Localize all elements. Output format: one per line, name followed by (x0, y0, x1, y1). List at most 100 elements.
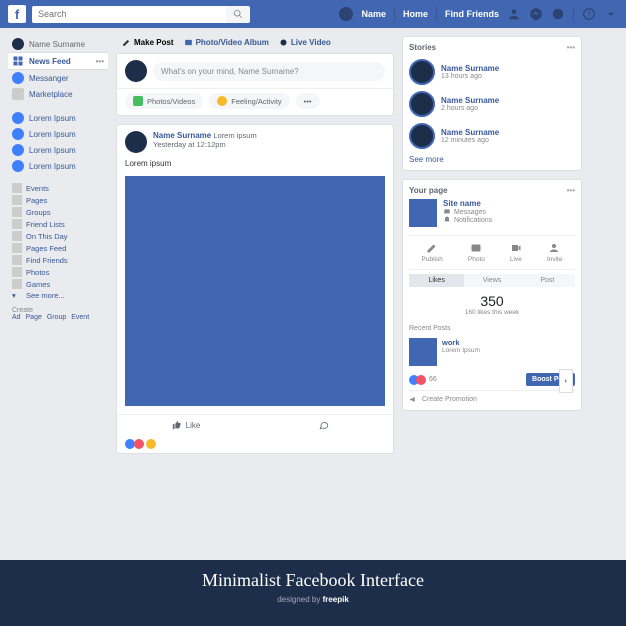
comment-button[interactable] (255, 415, 393, 435)
sidebar-news-feed[interactable]: News Feed••• (8, 52, 108, 70)
story-item[interactable]: Name Surname13 hours ago (409, 56, 575, 88)
sidebar-groups[interactable]: Groups (8, 206, 108, 218)
search-icon (233, 9, 243, 19)
sidebar-create: Create Ad Page Group Event (8, 305, 108, 323)
footer-banner: Minimalist Facebook Interface designed b… (0, 560, 626, 626)
avatar-icon (12, 38, 24, 50)
search-input[interactable] (38, 9, 236, 19)
invite-button[interactable]: Invite (547, 242, 563, 263)
post-body: Lorem ipsum (117, 159, 393, 172)
sidebar-shortcut[interactable]: Lorem Ipsum (8, 158, 108, 174)
nav-home[interactable]: Home (403, 9, 428, 19)
create-page[interactable]: Page (26, 314, 42, 321)
sidebar-events[interactable]: Events (8, 182, 108, 194)
header-avatar[interactable] (339, 7, 353, 21)
search-button[interactable] (226, 6, 250, 23)
group-icon (12, 128, 24, 140)
like-icon (172, 420, 182, 430)
live-button[interactable]: Live (510, 242, 522, 263)
composer-input[interactable]: What's on your mind, Name Surname? (153, 62, 385, 81)
messenger-icon[interactable] (529, 7, 543, 21)
stories-card: Stories ••• Name Surname13 hours ago Name… (402, 36, 582, 171)
tab-likes[interactable]: Likes (409, 274, 464, 287)
post-author[interactable]: Name Surname (153, 131, 211, 140)
post-reactions (117, 435, 393, 453)
post-avatar[interactable] (125, 131, 147, 153)
pages-icon (12, 195, 22, 205)
page-messages[interactable]: Messages (443, 208, 492, 216)
sidebar-pages[interactable]: Pages (8, 194, 108, 206)
your-page-menu[interactable]: ••• (567, 186, 575, 195)
sidebar-shortcut[interactable]: Lorem Ipsum (8, 126, 108, 142)
tab-photo-album[interactable]: Photo/Video Album (184, 38, 269, 47)
sidebar-friend-lists[interactable]: Friend Lists (8, 218, 108, 230)
page-thumbnail[interactable] (409, 199, 437, 227)
create-group[interactable]: Group (47, 314, 66, 321)
tab-make-post[interactable]: Make Post (122, 38, 174, 47)
facebook-logo[interactable]: f (8, 5, 26, 23)
story-avatar (409, 123, 435, 149)
composer-photos-button[interactable]: Photos/Videos (125, 93, 203, 109)
composer-tabs: Make Post Photo/Video Album Live Video (116, 36, 394, 49)
sidebar-messenger[interactable]: Messanger (8, 70, 108, 86)
games-icon (12, 279, 22, 289)
dots-icon[interactable]: ••• (96, 57, 104, 66)
publish-button[interactable]: Publish (422, 242, 443, 263)
create-event[interactable]: Event (71, 314, 89, 321)
stories-see-more[interactable]: See more (409, 152, 575, 164)
sidebar-find-friends[interactable]: Find Friends (8, 254, 108, 266)
help-icon[interactable]: ? (582, 7, 596, 21)
comment-icon (319, 420, 329, 430)
groups-icon (12, 207, 22, 217)
globe-icon[interactable] (551, 7, 565, 21)
sidebar-shortcut[interactable]: Lorem Ipsum (8, 142, 108, 158)
page-notifications[interactable]: Notifications (443, 216, 492, 224)
header: f Name Home Find Friends ? (0, 0, 626, 28)
photo-icon (184, 38, 193, 47)
sidebar-on-this-day[interactable]: On This Day (8, 230, 108, 242)
photo-icon (470, 242, 482, 254)
post-time: Yesterday at 12:12pm (153, 140, 226, 149)
nav-find-friends[interactable]: Find Friends (445, 9, 499, 19)
photos-icon (133, 96, 143, 106)
love-reaction (134, 439, 144, 449)
post-context: Lorem ipsum (213, 131, 256, 140)
stories-title: Stories (409, 43, 436, 52)
page-name[interactable]: Site name (443, 199, 492, 208)
sidebar-pages-feed[interactable]: Pages Feed (8, 242, 108, 254)
nav-name[interactable]: Name (361, 9, 386, 19)
post-image[interactable] (125, 176, 385, 406)
live-icon (279, 38, 288, 47)
friends-icon[interactable] (507, 7, 521, 21)
stories-menu[interactable]: ••• (567, 43, 575, 52)
page-stat-number: 350 (409, 293, 575, 309)
tab-live-video[interactable]: Live Video (279, 38, 331, 47)
composer-feeling-button[interactable]: Feeling/Activity (209, 93, 289, 109)
sidebar-shortcut[interactable]: Lorem Ipsum (8, 110, 108, 126)
create-ad[interactable]: Ad (12, 314, 21, 321)
main: Name Surname News Feed••• Messanger Mark… (0, 28, 626, 560)
create-promotion[interactable]: Create Promotion (409, 390, 575, 404)
composer-more-button[interactable]: ••• (296, 93, 320, 109)
sidebar-marketplace[interactable]: Marketplace (8, 86, 108, 102)
chevron-down-icon[interactable] (604, 7, 618, 21)
photo-button[interactable]: Photo (468, 242, 485, 263)
next-button[interactable] (559, 369, 573, 393)
sidebar-profile[interactable]: Name Surname (8, 36, 108, 52)
story-avatar (409, 59, 435, 85)
sidebar-see-more[interactable]: ▾See more... (8, 290, 108, 301)
recent-post-title: work (442, 338, 480, 347)
story-item[interactable]: Name Surname12 minutes ago (409, 120, 575, 152)
flag-icon (12, 243, 22, 253)
recent-post-item[interactable]: work Lorem Ipsum (409, 335, 575, 369)
tab-views[interactable]: Views (464, 274, 519, 287)
find-icon (12, 255, 22, 265)
composer-avatar[interactable] (125, 60, 147, 82)
friends-icon (12, 219, 22, 229)
story-item[interactable]: Name Surname2 hours ago (409, 88, 575, 120)
user-plus-icon (549, 242, 561, 254)
sidebar-games[interactable]: Games (8, 278, 108, 290)
like-button[interactable]: Like (117, 415, 255, 435)
tab-post[interactable]: Post (520, 274, 575, 287)
sidebar-photos[interactable]: Photos (8, 266, 108, 278)
